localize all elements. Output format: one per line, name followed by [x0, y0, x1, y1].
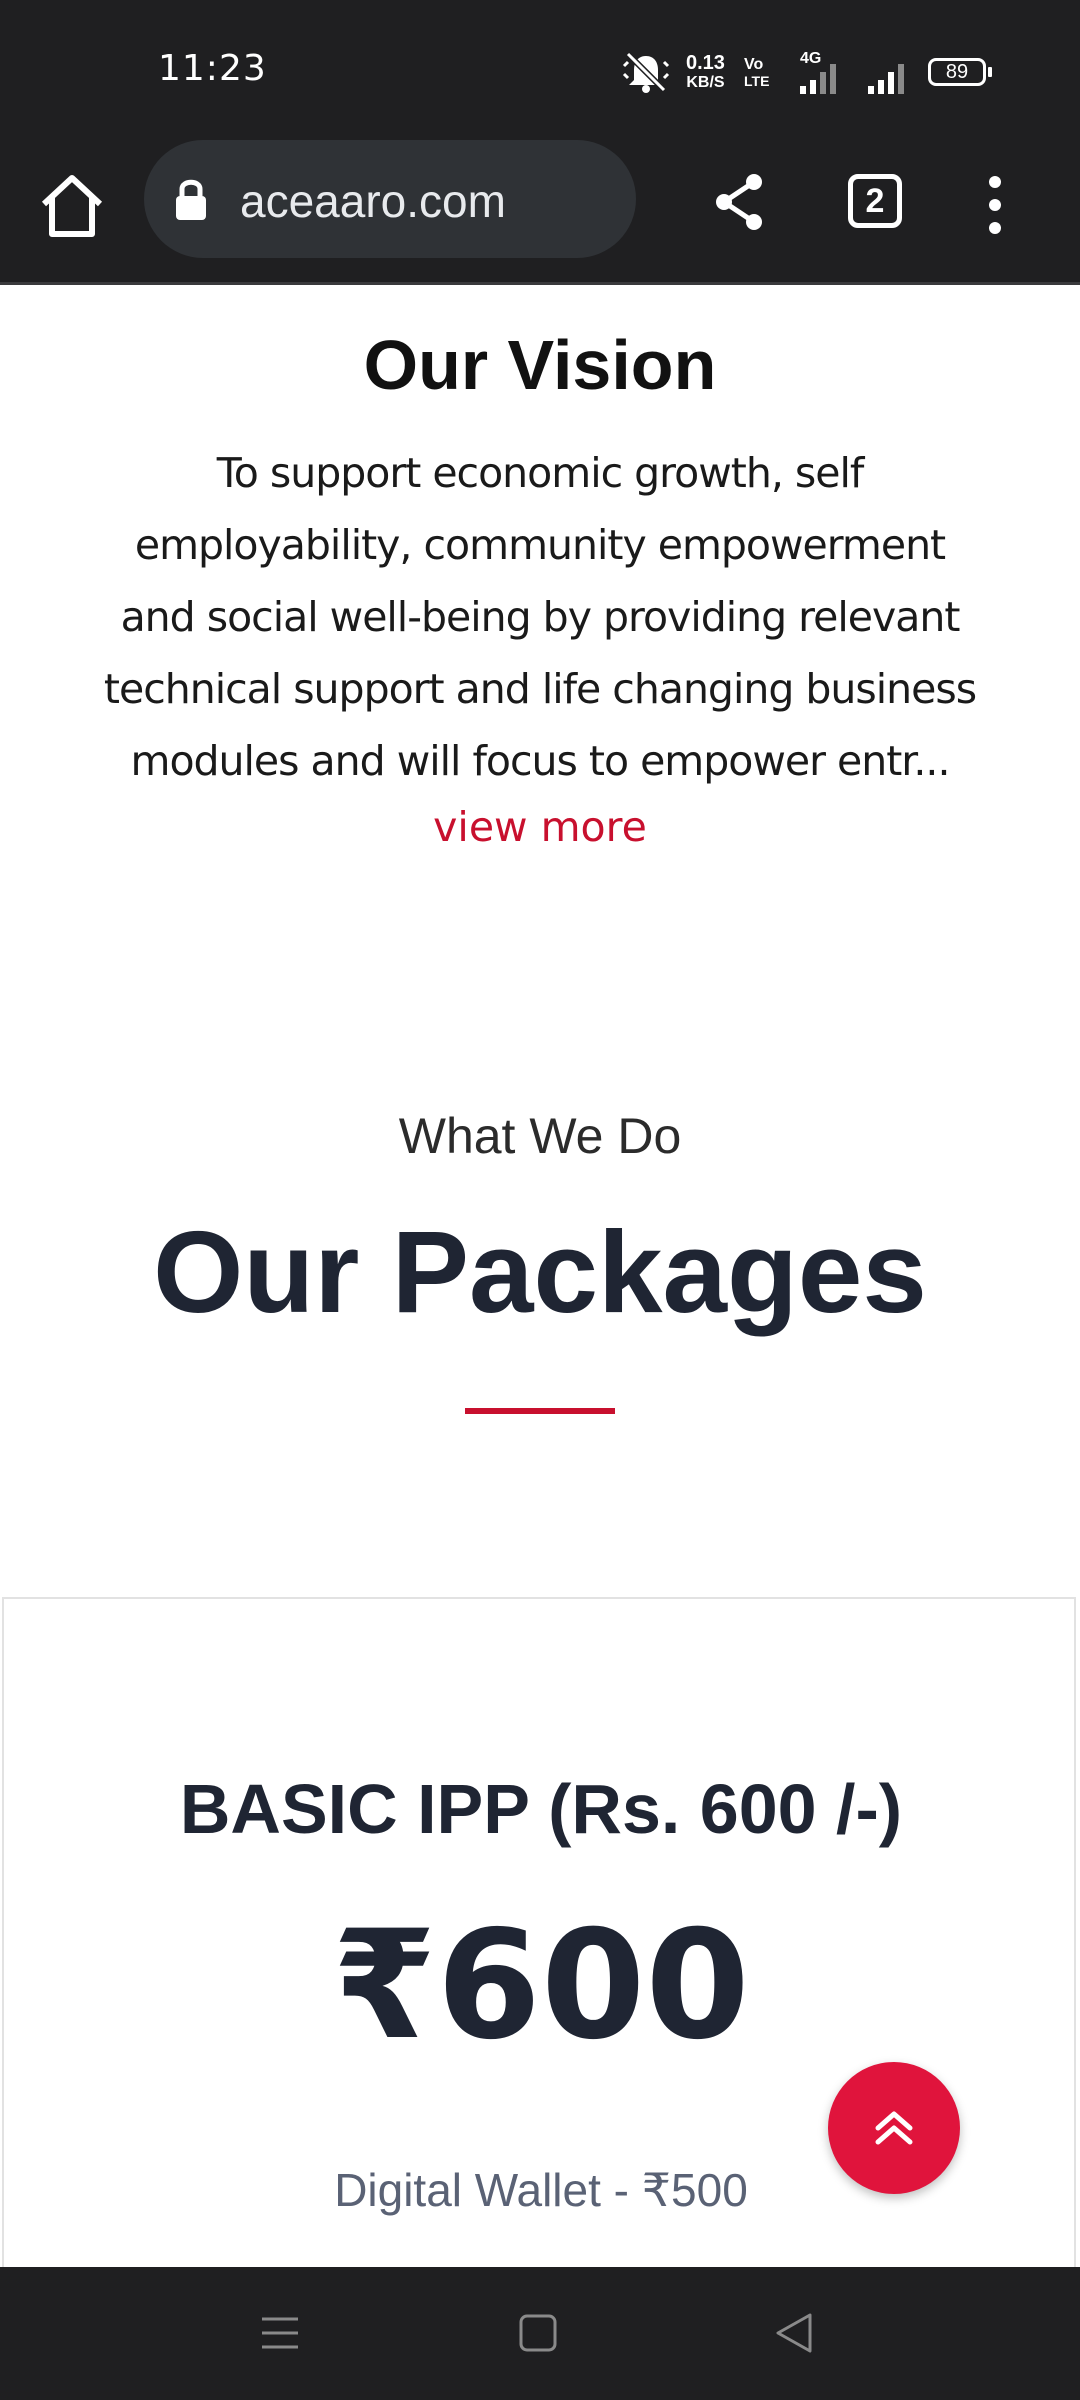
browser-toolbar: aceaaro.com 2: [0, 140, 1080, 285]
url-bar[interactable]: aceaaro.com: [144, 140, 636, 258]
double-chevron-up-icon: [875, 2111, 913, 2145]
view-more-link[interactable]: view more: [0, 803, 1080, 851]
share-icon[interactable]: [712, 170, 768, 234]
package-name: BASIC IPP (Rs. 600 /-): [179, 1770, 903, 1848]
home-square-icon[interactable]: [516, 2311, 560, 2355]
menu-icon[interactable]: [260, 2311, 300, 2355]
section-title: Our Packages: [153, 1207, 927, 1337]
net-speed: 0.13 KB/S: [686, 52, 725, 92]
back-icon[interactable]: [774, 2311, 814, 2355]
scroll-to-top-button[interactable]: [828, 2062, 960, 2194]
system-nav-bar: [0, 2267, 1080, 2400]
lock-icon: [176, 179, 206, 220]
vision-title: Our Vision: [363, 326, 717, 404]
mute-icon: [622, 51, 670, 93]
home-icon[interactable]: [36, 170, 108, 242]
signal-icon: [800, 64, 836, 94]
package-price: ₹600: [332, 1899, 750, 2073]
tabs-button[interactable]: 2: [848, 174, 902, 228]
url-text: aceaaro.com: [240, 175, 506, 227]
page-content: Our Vision To support economic growth, s…: [0, 285, 1080, 2267]
status-bar: 11:23 0.13 KB/S Vo LTE 4G 89: [0, 0, 1080, 140]
vision-text: To support economic growth, self employa…: [103, 449, 977, 785]
more-vert-icon[interactable]: [975, 170, 1015, 240]
section-divider: [465, 1408, 615, 1414]
net-speed-value: 0.13: [686, 52, 725, 74]
volte-icon: Vo LTE: [744, 56, 769, 90]
section-subtitle: What We Do: [398, 1108, 682, 1164]
status-time: 11:23: [158, 48, 267, 89]
net-speed-unit: KB/S: [686, 74, 725, 91]
volte-line2: LTE: [744, 73, 770, 89]
volte-line1: Vo: [744, 56, 764, 73]
signal-icon: [868, 64, 904, 94]
battery-icon: 89: [928, 58, 992, 86]
